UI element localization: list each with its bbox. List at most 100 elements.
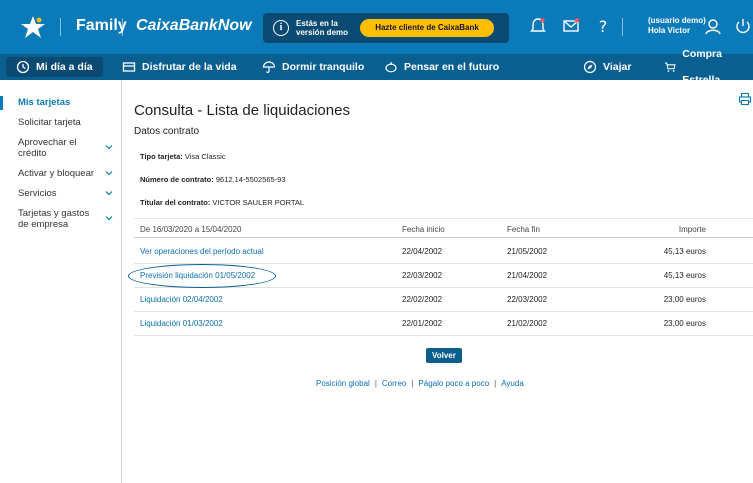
column-header-fecha-inicio: Fecha inicio [402,225,445,234]
sidebar-item-aprovechar-credito[interactable]: Aprovechar el crédito [18,137,113,159]
fecha-inicio-cell: 22/02/2002 [402,295,443,304]
sidebar-item-label: Tarjetas y gastos de empresa [18,208,90,230]
bell-icon[interactable] [528,16,548,36]
nav-label: Pensar en el futuro [404,61,500,73]
compass-icon [583,60,597,74]
sidebar-item-label: Servicios [18,188,57,199]
field-value: VICTOR SAULER PORTAL [212,198,305,207]
importe-cell: 45,13 euros [663,271,706,280]
column-header-fecha-fin: Fecha fin [507,225,540,234]
field-label: Tipo tarjeta: [140,152,183,161]
field-numero-contrato: Número de contrato: 9612.14-5502565-93 [140,175,286,184]
nav-label: Dormir tranquilo [282,61,365,73]
user-icon[interactable] [703,16,723,36]
table-row: Ver operaciones del período actual 22/04… [134,240,753,264]
demo-banner: i Estás en la versión demo Hazte cliente… [263,13,509,43]
power-icon[interactable] [733,16,753,36]
top-bar: Family CaixaBankNow i Estás en la versió… [0,0,753,54]
section-subhead: Datos contrato [134,126,200,137]
svg-text:?: ? [599,17,608,36]
table-row: Liquidación 02/04/2002 22/02/2002 22/03/… [134,288,753,312]
footer-link-correo[interactable]: Correo [382,379,406,388]
brand-family[interactable]: Family [76,17,127,35]
brand-caixabanknow[interactable]: CaixaBankNow [136,17,252,35]
field-titular-contrato: Titular del contrato: VICTOR SAULER PORT… [140,198,304,207]
chevron-down-icon [105,216,113,221]
user-role: (usuario demo) [648,16,706,25]
divider [60,18,61,36]
table-row: Previsión liquidación 01/05/2002 22/03/2… [134,264,753,288]
active-marker [0,96,3,110]
field-label: Titular del contrato: [140,198,211,207]
help-icon[interactable]: ? [593,16,613,36]
sidebar-item-label: Aprovechar el crédito [18,137,77,159]
field-label: Número de contrato: [140,175,214,184]
field-value: 9612.14-5502565-93 [215,175,286,184]
printer-icon[interactable] [738,92,752,106]
table-row: Liquidación 01/03/2002 22/01/2002 21/02/… [134,312,753,336]
become-client-button[interactable]: Hazte cliente de CaixaBank [360,19,494,37]
liquidacion-link[interactable]: Previsión liquidación 01/05/2002 [140,271,255,280]
fecha-inicio-cell: 22/01/2002 [402,319,443,328]
page-title: Consulta - Lista de liquidaciones [134,102,350,119]
nav-pensar[interactable]: Pensar en el futuro [384,54,499,80]
liquidacion-link[interactable]: Ver operaciones del período actual [140,247,264,256]
footer-link-pagalo[interactable]: Págalo poco a poco [418,379,489,388]
info-icon: i [273,20,289,36]
nav-disfrutar[interactable]: Disfrutar de la vida [122,54,237,80]
field-tipo-tarjeta: Tipo tarjeta: Visa Classic [140,152,226,161]
sidebar-item-solicitar-tarjeta[interactable]: Solicitar tarjeta [18,117,113,128]
importe-cell: 23,00 euros [663,295,706,304]
nav-compra-estrella[interactable]: Compra Estrella [664,48,753,86]
importe-cell: 23,00 euros [663,319,706,328]
fecha-fin-cell: 21/04/2002 [507,271,548,280]
divider [622,18,623,36]
liquidacion-link[interactable]: Liquidación 02/04/2002 [140,295,223,304]
table-header: De 16/03/2020 a 15/04/2020 Fecha inicio … [134,218,753,238]
nav-label: Disfrutar de la vida [142,61,237,73]
liquidacion-link[interactable]: Liquidación 01/03/2002 [140,319,223,328]
clock-icon [16,60,30,74]
fecha-inicio-cell: 22/04/2002 [402,247,443,256]
footer-link-posicion-global[interactable]: Posición global [316,379,370,388]
footer-link-ayuda[interactable]: Ayuda [501,379,524,388]
sidebar-item-mis-tarjetas[interactable]: Mis tarjetas [18,97,113,108]
sidebar-item-label: Mis tarjetas [18,97,71,108]
nav-dormir[interactable]: Dormir tranquilo [262,54,364,80]
sidebar-item-label: Activar y bloquear [18,168,95,179]
fecha-inicio-cell: 22/03/2002 [402,271,443,280]
chevron-down-icon [105,145,113,150]
chevron-down-icon [105,191,113,196]
fecha-fin-cell: 21/05/2002 [507,247,548,256]
divider [122,18,123,36]
user-greeting[interactable]: (usuario demo) Hola Victor [648,16,706,36]
field-value: Visa Classic [184,152,226,161]
sidebar-item-tarjetas-empresa[interactable]: Tarjetas y gastos de empresa [18,208,113,230]
chevron-down-icon [105,171,113,176]
user-name: Hola Victor [648,26,691,35]
piggy-icon [385,62,397,73]
volver-button[interactable]: Volver [426,348,462,363]
fecha-fin-cell: 22/03/2002 [507,295,548,304]
sidebar-item-servicios[interactable]: Servicios [18,188,113,199]
umbrella-icon [262,61,276,74]
caixa-star-logo[interactable] [18,14,48,40]
sidebar-item-activar-bloquear[interactable]: Activar y bloquear [18,168,113,179]
nav-mi-dia-a-dia[interactable]: Mi día a día [6,57,103,77]
footer-links: Posición global | Correo | Págalo poco a poc… [316,379,524,388]
nav-label: Viajar [603,61,632,73]
cart-icon [664,62,676,72]
fecha-fin-cell: 21/02/2002 [507,319,548,328]
importe-cell: 45,13 euros [663,247,706,256]
divider: | [411,379,414,388]
mail-icon[interactable] [561,16,581,36]
column-header-period: De 16/03/2020 a 15/04/2020 [140,225,242,234]
sidebar-item-label: Solicitar tarjeta [18,117,81,128]
main-nav: Mi día a día Disfrutar de la vida Dormir… [0,48,753,86]
nav-viajar[interactable]: Viajar [583,54,631,80]
demo-text: Estás en la versión demo [296,19,349,37]
card-icon [122,62,136,72]
main-content: Consulta - Lista de liquidaciones Datos … [123,80,753,483]
nav-label: Mi día a día [36,61,93,73]
divider: | [494,379,497,388]
